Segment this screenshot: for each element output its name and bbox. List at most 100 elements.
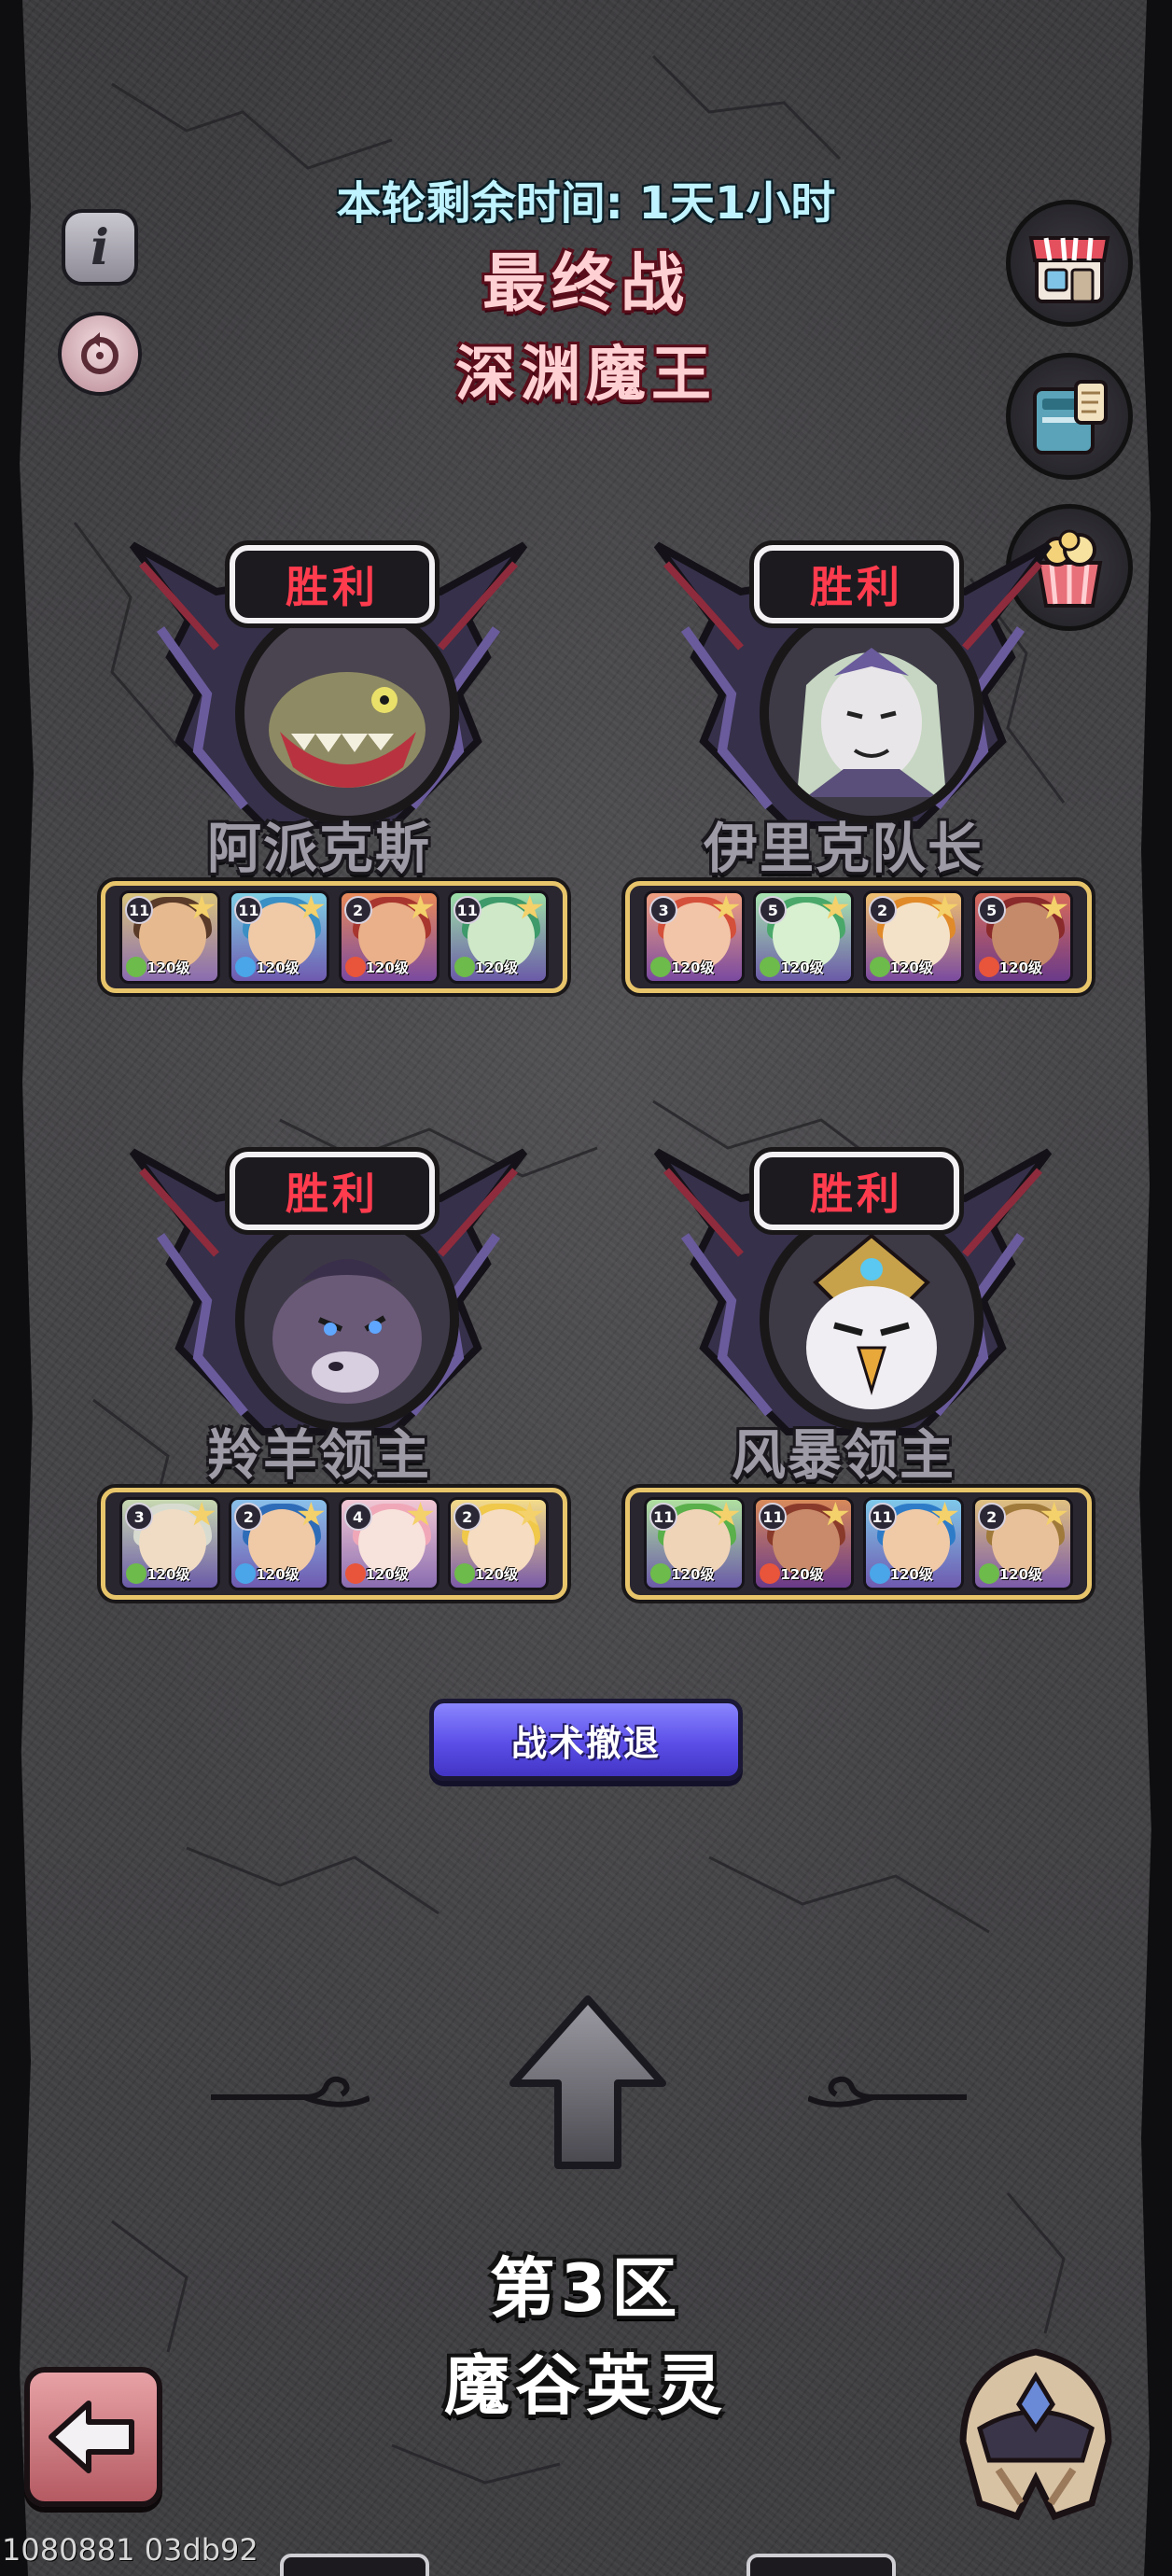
victory-badge: 胜利 bbox=[754, 1152, 959, 1230]
hero-rank: 3 bbox=[649, 896, 678, 924]
replay-button[interactable] bbox=[58, 312, 142, 396]
hero-rank: 5 bbox=[977, 896, 1006, 924]
hero-card[interactable]: 11 120级 bbox=[229, 890, 330, 984]
hero-card[interactable]: 11 120级 bbox=[447, 890, 549, 984]
hero-rank: 2 bbox=[977, 1503, 1006, 1531]
helmet-icon bbox=[959, 2348, 1112, 2521]
hero-level: 120级 bbox=[780, 959, 824, 976]
hero-team: 3 120级 2 120级 4 120级 2 120级 bbox=[101, 1488, 567, 1600]
info-button[interactable]: i bbox=[62, 209, 138, 286]
arrow-up-icon[interactable] bbox=[504, 1994, 672, 2171]
nature-element-icon bbox=[126, 957, 147, 977]
hero-level: 120级 bbox=[256, 959, 300, 976]
hero-level: 120级 bbox=[146, 1566, 190, 1583]
boss-name: 风暴领主 bbox=[731, 1423, 956, 1487]
fire-element-icon bbox=[344, 1563, 366, 1584]
boss-name: 阿派克斯 bbox=[206, 817, 431, 880]
hero-card[interactable]: 3 120级 bbox=[119, 1497, 221, 1590]
water-element-icon bbox=[869, 1563, 890, 1584]
nature-element-icon bbox=[869, 957, 890, 977]
fire-element-icon bbox=[760, 1563, 781, 1584]
water-element-icon bbox=[235, 957, 257, 977]
back-arrow-icon bbox=[49, 2401, 134, 2473]
hero-team: 3 120级 5 120级 2 120级 5 120级 bbox=[625, 881, 1092, 993]
hero-rank: 11 bbox=[125, 896, 154, 924]
victory-badge: 胜利 bbox=[230, 1152, 435, 1230]
nature-element-icon bbox=[760, 957, 781, 977]
hero-rank: 11 bbox=[649, 1503, 678, 1531]
hero-card[interactable]: 5 120级 bbox=[971, 890, 1073, 984]
boss-portrait bbox=[760, 1208, 984, 1432]
hero-level: 120级 bbox=[365, 1566, 409, 1583]
round-timer: 本轮剩余时间: 1天1小时 bbox=[336, 177, 836, 230]
boss-card-1[interactable]: 胜利 阿派克斯 11 120级 11 120级 2 120级 11 120级 bbox=[101, 508, 590, 1030]
hero-team: 11 120级 11 120级 2 120级 11 120级 bbox=[101, 881, 567, 993]
hero-card[interactable]: 11 120级 bbox=[119, 890, 221, 984]
nature-element-icon bbox=[453, 957, 475, 977]
hero-card[interactable]: 3 120级 bbox=[644, 890, 746, 984]
hero-level: 120级 bbox=[671, 1566, 715, 1583]
hero-level: 120级 bbox=[998, 1566, 1043, 1583]
hero-card[interactable]: 11 120级 bbox=[753, 1497, 855, 1590]
hero-card[interactable]: 4 120级 bbox=[338, 1497, 440, 1590]
hero-card[interactable]: 2 120级 bbox=[447, 1497, 549, 1590]
zone-number: 第3区 bbox=[489, 2250, 683, 2327]
hero-level: 120级 bbox=[671, 959, 715, 976]
nature-element-icon bbox=[978, 1563, 999, 1584]
hero-team: 11 120级 11 120级 11 120级 2 120级 bbox=[625, 1488, 1092, 1600]
antelope-lord-portrait bbox=[244, 1217, 450, 1422]
next-card-peek bbox=[280, 2554, 429, 2576]
hero-rank: 2 bbox=[343, 896, 372, 924]
hero-level: 120级 bbox=[146, 959, 190, 976]
hero-card[interactable]: 2 120级 bbox=[862, 890, 964, 984]
nature-element-icon bbox=[650, 957, 672, 977]
swirl-ornament-right bbox=[808, 2076, 967, 2107]
hero-card[interactable]: 11 120级 bbox=[644, 1497, 746, 1590]
handbook-button[interactable] bbox=[1006, 353, 1133, 480]
page-title: 最终战 bbox=[481, 247, 690, 321]
hero-rank: 2 bbox=[453, 1503, 481, 1531]
swirl-ornament-left bbox=[211, 2076, 370, 2107]
tactical-retreat-button[interactable]: 战术撤退 bbox=[429, 1699, 743, 1781]
hero-card[interactable]: 2 120级 bbox=[971, 1497, 1073, 1590]
back-button[interactable] bbox=[24, 2367, 162, 2507]
water-element-icon bbox=[235, 1563, 257, 1584]
next-card-peek bbox=[746, 2554, 896, 2576]
hero-level: 120级 bbox=[474, 1566, 519, 1583]
hero-card[interactable]: 11 120级 bbox=[862, 1497, 964, 1590]
hero-helmet-button[interactable] bbox=[942, 2339, 1129, 2526]
nature-element-icon bbox=[126, 1563, 147, 1584]
hero-level: 120级 bbox=[256, 1566, 300, 1583]
book-icon bbox=[1033, 380, 1108, 455]
hero-rank: 3 bbox=[125, 1503, 154, 1531]
nature-element-icon bbox=[650, 1563, 672, 1584]
shop-icon bbox=[1028, 236, 1110, 303]
hero-level: 120级 bbox=[365, 959, 409, 976]
shop-button[interactable] bbox=[1006, 200, 1133, 327]
fire-element-icon bbox=[344, 957, 366, 977]
nature-element-icon bbox=[453, 1563, 475, 1584]
elf-captain-portrait bbox=[769, 610, 974, 816]
hero-rank: 11 bbox=[868, 1503, 897, 1531]
replay-icon bbox=[81, 332, 119, 374]
victory-badge: 胜利 bbox=[754, 545, 959, 623]
info-icon: i bbox=[91, 218, 109, 276]
boss-card-4[interactable]: 胜利 风暴领主 11 120级 11 120级 11 120级 2 120级 bbox=[625, 1114, 1114, 1637]
hero-level: 120级 bbox=[474, 959, 519, 976]
hero-card[interactable]: 5 120级 bbox=[753, 890, 855, 984]
fire-element-icon bbox=[978, 957, 999, 977]
victory-badge: 胜利 bbox=[230, 545, 435, 623]
hero-level: 120级 bbox=[998, 959, 1043, 976]
storm-lord-portrait bbox=[769, 1217, 974, 1422]
boss-portrait bbox=[235, 1208, 459, 1432]
hero-level: 120级 bbox=[889, 1566, 933, 1583]
build-id: 1080881 03db92 bbox=[2, 2532, 258, 2568]
boss-card-3[interactable]: 胜利 羚羊领主 3 120级 2 120级 4 120级 2 120级 bbox=[101, 1114, 590, 1637]
hero-rank: 11 bbox=[453, 896, 481, 924]
hero-card[interactable]: 2 120级 bbox=[229, 1497, 330, 1590]
hero-level: 120级 bbox=[889, 959, 933, 976]
hero-card[interactable]: 2 120级 bbox=[338, 890, 440, 984]
boss-card-2[interactable]: 胜利 伊里克队长 3 120级 5 120级 2 120级 5 120级 bbox=[625, 508, 1114, 1030]
lizard-boss-portrait bbox=[244, 610, 450, 816]
hero-rank: 4 bbox=[343, 1503, 372, 1531]
